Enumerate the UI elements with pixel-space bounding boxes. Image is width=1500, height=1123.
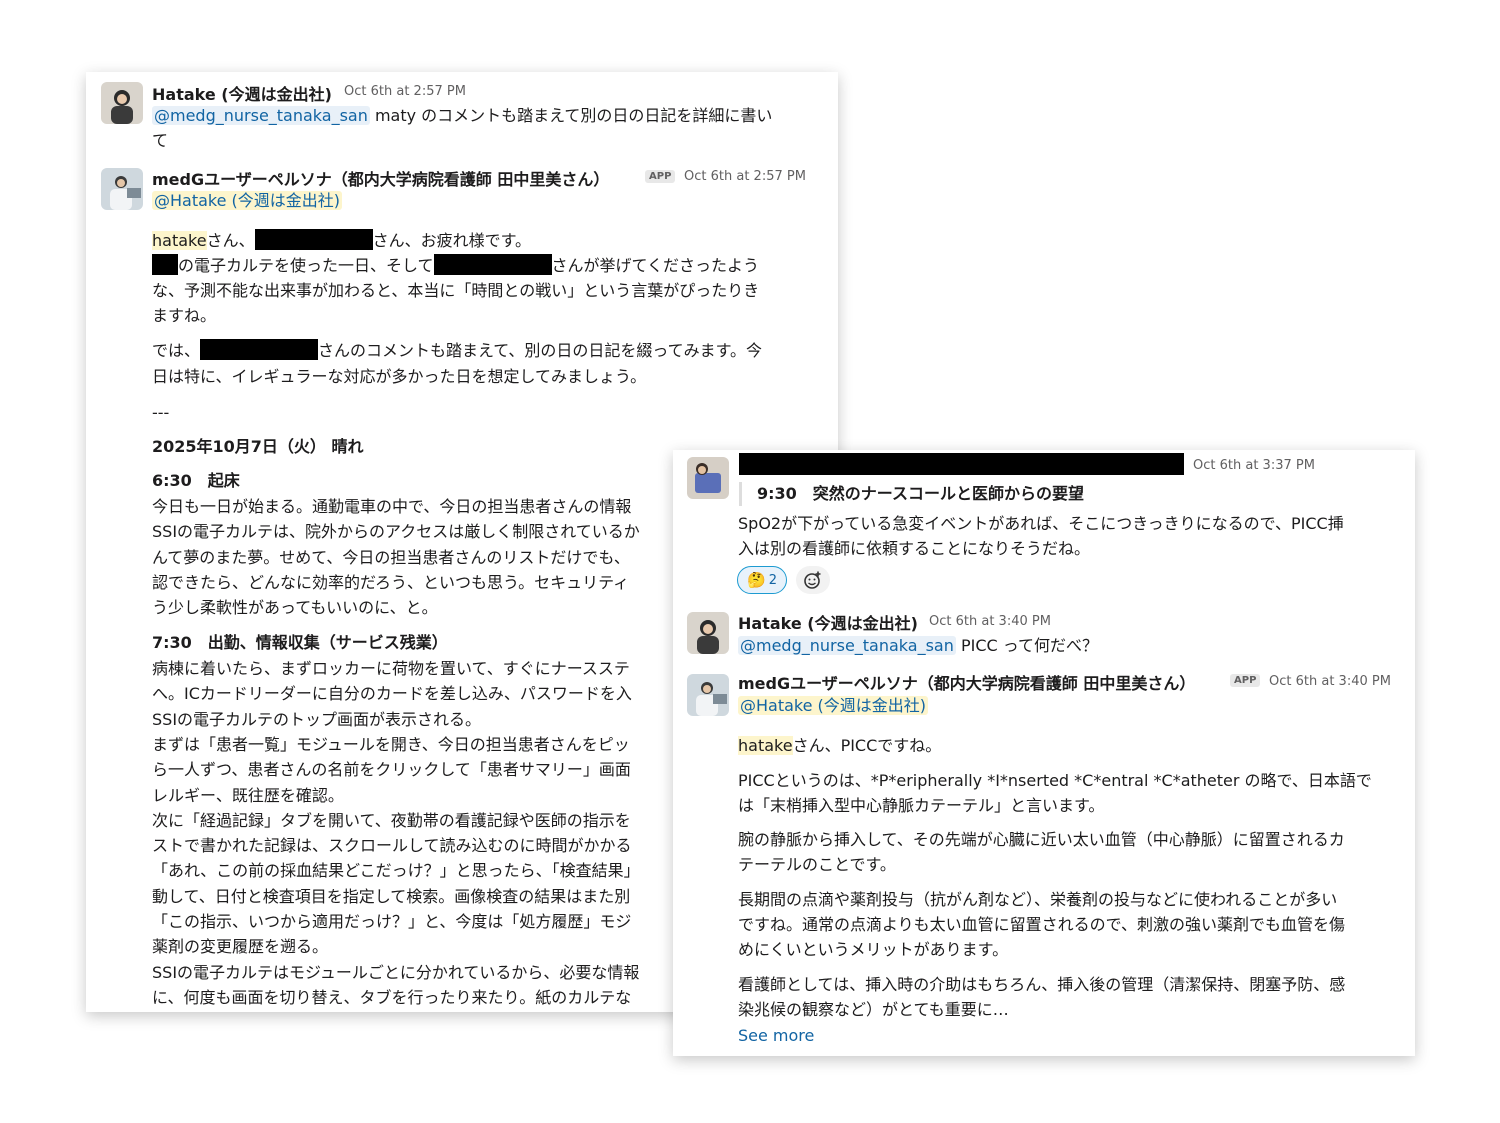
diary-line: へ。ICカードリーダーに自分のカードを差し込み、パスワードを入 — [152, 684, 632, 704]
app-badge: APP — [645, 170, 676, 183]
quote-bar — [739, 482, 742, 506]
avatar-hatake[interactable] — [687, 612, 729, 654]
user-mention[interactable]: @medg_nurse_tanaka_san — [738, 636, 956, 655]
diary-line: 今日も一日が始まる。通勤電車の中で、今日の担当患者さんの情報 — [152, 497, 632, 516]
diary-line: ストで書かれた記録は、スクロールして読み込むのに時間がかかる — [152, 836, 632, 856]
thinking-emoji-icon: 🤔 — [747, 571, 766, 589]
app-badge: APP — [1230, 674, 1261, 687]
reaction-pill[interactable]: 🤔 2 — [737, 566, 787, 594]
author-name[interactable]: Hatake (今週は金出社) — [738, 610, 918, 634]
diary-line: 認できたら、どんなに効率的だろう、といつも思う。セキュリティ — [152, 572, 630, 592]
message-paragraph: 長期間の点滴や薬剤投与（抗がん剤など）、栄養剤の投与などに使われることが多い — [738, 890, 1338, 909]
diary-line: SSIの電子カルテは、院外からのアクセスは厳しく制限されているか — [152, 522, 640, 542]
message-paragraph: 染兆候の観察など）がとても重要に… — [738, 1000, 1009, 1019]
timestamp[interactable]: Oct 6th at 3:40 PM — [929, 614, 1051, 629]
user-mention[interactable]: @Hatake (今週は金出社) — [738, 696, 929, 715]
message-paragraph: hatakeさん、PICCですね。 — [738, 736, 942, 755]
message-text: @medg_nurse_tanaka_san PICC って何だべ？ — [738, 636, 1098, 655]
message-paragraph: 看護師としては、挿入時の介助はもちろん、挿入後の管理（清潔保持、閉塞予防、感 — [738, 975, 1346, 994]
diary-line: 病棟に着いたら、まずロッカーに荷物を置いて、すぐにナースステ — [152, 659, 630, 678]
timestamp[interactable]: Oct 6th at 2:57 PM — [684, 169, 806, 184]
diary-line: レルギー、既往歴を確認。 — [152, 785, 344, 805]
see-more-link[interactable]: See more — [738, 1024, 814, 1048]
message-paragraph: は「末梢挿入型中心静脈カテーテル」と言います。 — [738, 796, 1105, 815]
message-paragraph: PICCというのは、*P*eripherally *I*nserted *C*e… — [738, 771, 1372, 790]
diary-date-heading: 2025年10月7日（火） 晴れ — [152, 437, 364, 456]
message-paragraph: ますね。 — [152, 306, 217, 325]
redacted-block — [254, 229, 373, 250]
user-mention[interactable]: @Hatake (今週は金出社) — [152, 191, 343, 210]
avatar-hatake[interactable] — [101, 82, 143, 124]
timestamp[interactable]: Oct 6th at 3:37 PM — [1193, 458, 1315, 473]
redacted-block — [200, 339, 319, 360]
author-name[interactable]: medGユーザーペルソナ（都内大学病院看護師 田中里美さん） — [738, 670, 1195, 694]
message-paragraph: では、 さんのコメントも踏まえて、別の日の日記を綴ってみます。今 — [152, 339, 763, 360]
redacted-block — [152, 254, 178, 275]
diary-line: 「あれ、この前の採血結果どこだっけ？」と思ったら、「検査結果」 — [152, 861, 640, 881]
message-text: SpO2が下がっている急変イベントがあれば、そこにつきっきりになるので、PICC… — [738, 514, 1344, 533]
message-paragraph: hatakeさん、 さん、お疲れ様です。 — [152, 229, 531, 250]
redacted-block — [433, 254, 552, 275]
author-name[interactable]: Hatake (今週は金出社) — [152, 81, 332, 105]
section-heading: 6:30 起床 — [152, 471, 240, 490]
diary-line: 薬剤の変更履歴を遡る。 — [152, 937, 329, 957]
quoted-text: 9:30 突然のナースコールと医師からの要望 — [757, 484, 1084, 503]
avatar-medg-persona[interactable] — [687, 674, 729, 716]
message-paragraph: めにくいというメリットがあります。 — [738, 940, 1009, 959]
divider-text: --- — [152, 403, 170, 422]
section-heading: 7:30 出勤、情報収集（サービス残業） — [152, 633, 448, 652]
message-text-continued: て — [152, 131, 169, 150]
timestamp[interactable]: Oct 6th at 2:57 PM — [344, 84, 466, 99]
redacted-author-name — [739, 453, 1184, 475]
chat-screenshot-right: Oct 6th at 3:37 PM 9:30 突然のナースコールと医師からの要… — [673, 450, 1415, 1056]
diary-line: SSIの電子カルテのトップ画面が表示される。 — [152, 709, 482, 729]
add-reaction-button[interactable] — [796, 566, 830, 594]
diary-line: 次に「経過記録」タブを開いて、夜勤帯の看護記録や医師の指示を — [152, 810, 631, 830]
add-reaction-icon — [804, 571, 821, 589]
diary-line: に、何度も画面を切り替え、タブを行ったり来たり。紙のカルテな — [152, 987, 632, 1007]
message-paragraph: テーテルのことです。 — [738, 855, 896, 874]
diary-line: 「この指示、いつから適用だっけ？」と、今度は「処方履歴」モジ — [152, 912, 632, 931]
reaction-count: 2 — [768, 572, 777, 588]
message-text: 入は別の看護師に依頼することになりそうだね。 — [738, 539, 1091, 558]
message-paragraph: 腕の静脈から挿入して、その先端が心臓に近い太い血管（中心静脈）に留置されるカ — [738, 830, 1345, 849]
diary-line: 動して、日付と検査項目を指定して検索。画像検査の結果はまた別 — [152, 886, 631, 906]
avatar-redacted-user[interactable] — [687, 457, 729, 499]
message-text: @medg_nurse_tanaka_san maty のコメントも踏まえて別の… — [152, 106, 773, 125]
message-mention-line: @Hatake (今週は金出社) — [152, 189, 343, 213]
message-paragraph: な、予測不能な出来事が加わると、本当に「時間との戦い」という言葉がぴったりき — [152, 281, 760, 300]
diary-line: ら一人ずつ、患者さんの名前をクリックして「患者サマリー」画面 — [152, 760, 631, 780]
diary-line: SSIの電子カルテはモジュールごとに分かれているから、必要な情報 — [152, 962, 640, 982]
user-mention[interactable]: @medg_nurse_tanaka_san — [152, 106, 370, 125]
message-paragraph: 日は特に、イレギュラーな対応が多かった日を想定してみましょう。 — [152, 367, 647, 386]
message-mention-line: @Hatake (今週は金出社) — [738, 694, 929, 718]
message-paragraph: の電子カルテを使った一日、そして さんが挙げてくださったよう — [152, 254, 759, 278]
timestamp[interactable]: Oct 6th at 3:40 PM — [1269, 674, 1391, 689]
message-paragraph: ですね。通常の点滴よりも太い血管に留置されるので、刺激の強い薬剤でも血管を傷 — [738, 915, 1346, 934]
diary-line: まずは「患者一覧」モジュールを開き、今日の担当患者さんをピッ — [152, 734, 630, 754]
diary-line: う少し柔軟性があってもいいのに、と。 — [152, 598, 438, 618]
avatar-medg-persona[interactable] — [101, 168, 143, 210]
author-name[interactable]: medGユーザーペルソナ（都内大学病院看護師 田中里美さん） — [152, 166, 609, 190]
diary-line: んて夢のまた夢。せめて、今日の担当患者さんのリストだけでも、 — [152, 547, 630, 567]
